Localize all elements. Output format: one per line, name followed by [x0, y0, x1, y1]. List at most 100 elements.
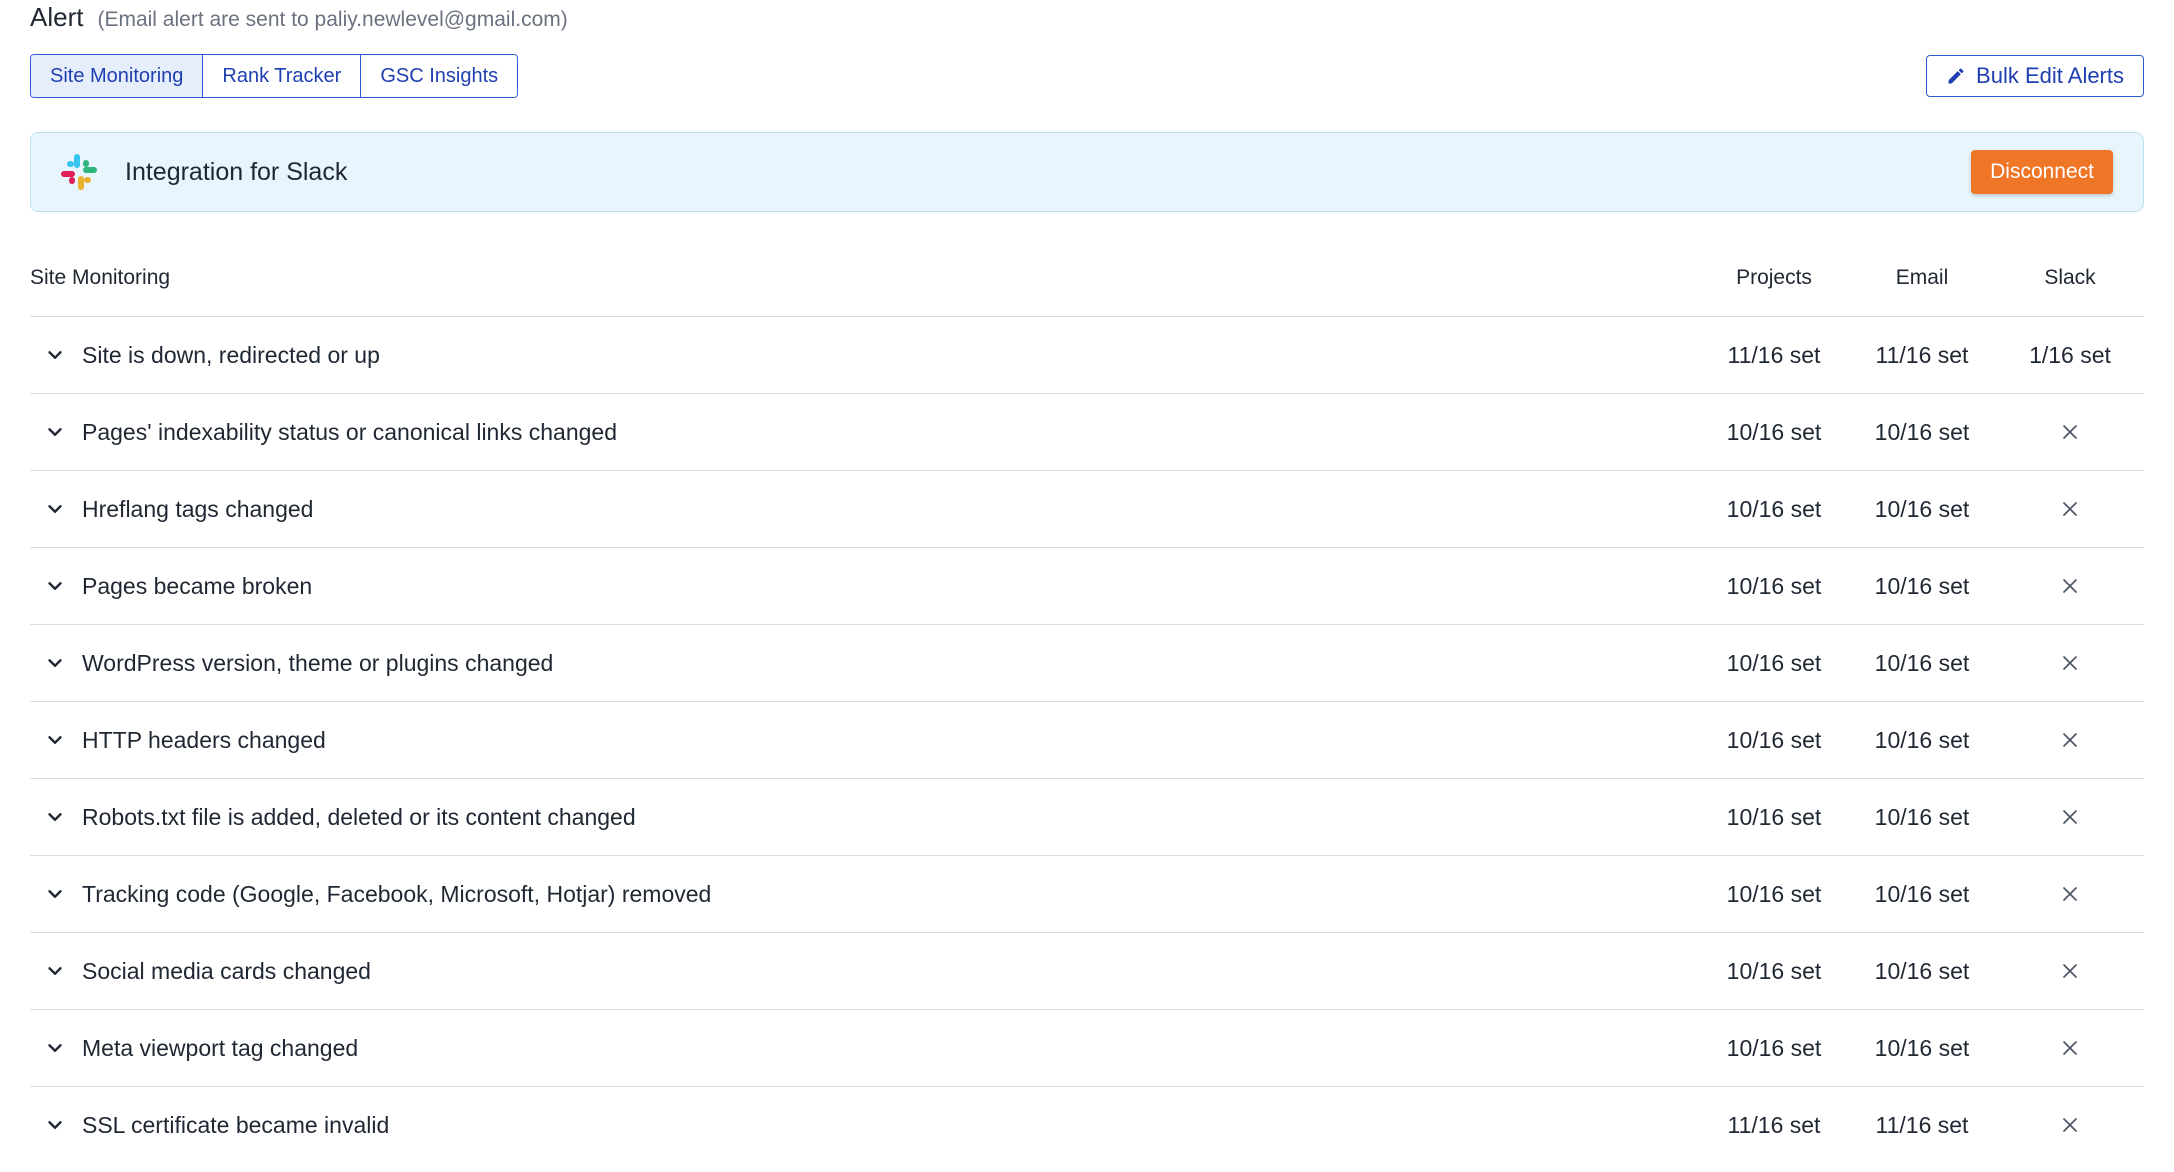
table-body: Site is down, redirected or up 11/16 set 1… — [30, 317, 2144, 1163]
alert-name: Robots.txt file is added, deleted or its… — [82, 803, 636, 830]
slack-cell[interactable] — [1996, 1117, 2144, 1133]
chevron-down-icon[interactable] — [44, 883, 66, 905]
chevron-down-icon[interactable] — [44, 652, 66, 674]
alert-name-cell: Hreflang tags changed — [30, 496, 1700, 523]
chevron-down-icon[interactable] — [44, 344, 66, 366]
slack-cell[interactable] — [1996, 1040, 2144, 1056]
table-row[interactable]: Pages' indexability status or canonical … — [30, 394, 2144, 471]
close-icon — [2063, 1041, 2077, 1055]
email-cell[interactable]: 10/16 set — [1848, 419, 1996, 446]
slack-integration-bar: Integration for Slack Disconnect — [30, 132, 2144, 212]
table-row[interactable]: WordPress version, theme or plugins chan… — [30, 625, 2144, 702]
toolbar: Site Monitoring Rank Tracker GSC Insight… — [30, 54, 2144, 98]
email-cell[interactable]: 10/16 set — [1848, 1035, 1996, 1062]
projects-cell[interactable]: 10/16 set — [1700, 573, 1848, 600]
email-cell[interactable]: 11/16 set — [1848, 1112, 1996, 1139]
close-icon — [2063, 964, 2077, 978]
slack-cell[interactable] — [1996, 732, 2144, 748]
close-icon — [2063, 656, 2077, 670]
table-row[interactable]: Social media cards changed 10/16 set 10/16… — [30, 933, 2144, 1010]
table-row[interactable]: Tracking code (Google, Facebook, Microso… — [30, 856, 2144, 933]
email-cell[interactable]: 11/16 set — [1848, 342, 1996, 369]
table-row[interactable]: Hreflang tags changed 10/16 set 10/16 set — [30, 471, 2144, 548]
alert-name-cell: Social media cards changed — [30, 958, 1700, 985]
bulk-edit-alerts-button[interactable]: Bulk Edit Alerts — [1926, 55, 2144, 97]
slack-cell[interactable] — [1996, 501, 2144, 517]
projects-cell[interactable]: 11/16 set — [1700, 1112, 1848, 1139]
alert-name-cell: WordPress version, theme or plugins chan… — [30, 650, 1700, 677]
tab-site-monitoring[interactable]: Site Monitoring — [31, 55, 204, 97]
alert-name: WordPress version, theme or plugins chan… — [82, 649, 554, 676]
table-row[interactable]: Robots.txt file is added, deleted or its… — [30, 779, 2144, 856]
tab-gsc-insights[interactable]: GSC Insights — [361, 55, 518, 97]
slack-cell[interactable] — [1996, 655, 2144, 671]
email-note: (Email alert are sent to paliy.newlevel@… — [97, 8, 568, 31]
chevron-down-icon[interactable] — [44, 1114, 66, 1136]
chevron-down-icon[interactable] — [44, 421, 66, 443]
alert-name: Pages' indexability status or canonical … — [82, 418, 617, 445]
alert-name-cell: HTTP headers changed — [30, 727, 1700, 754]
table-row[interactable]: Site is down, redirected or up 11/16 set 1… — [30, 317, 2144, 394]
alerts-page: Alert (Email alert are sent to paliy.new… — [0, 0, 2174, 1172]
chevron-down-icon[interactable] — [44, 575, 66, 597]
close-icon — [2063, 887, 2077, 901]
email-cell[interactable]: 10/16 set — [1848, 573, 1996, 600]
header-email: Email — [1895, 266, 1949, 289]
slack-cell[interactable] — [1996, 424, 2144, 440]
slack-cell[interactable]: 1/16 set — [1996, 342, 2144, 369]
alert-name-cell: SSL certificate became invalid — [30, 1112, 1700, 1139]
page-header: Alert (Email alert are sent to paliy.new… — [30, 0, 2144, 38]
projects-cell[interactable]: 10/16 set — [1700, 881, 1848, 908]
table-row[interactable]: HTTP headers changed 10/16 set 10/16 set — [30, 702, 2144, 779]
alert-tabs: Site Monitoring Rank Tracker GSC Insight… — [30, 54, 519, 98]
slack-integration-info: Integration for Slack — [59, 152, 347, 192]
slack-cell[interactable] — [1996, 578, 2144, 594]
tab-rank-tracker[interactable]: Rank Tracker — [203, 55, 362, 97]
close-icon — [2063, 502, 2077, 516]
header-site-monitoring: Site Monitoring — [30, 266, 171, 289]
slack-cell[interactable] — [1996, 963, 2144, 979]
table-header: Site Monitoring Projects Email Slack — [30, 240, 2144, 317]
email-cell[interactable]: 10/16 set — [1848, 727, 1996, 754]
close-icon — [2063, 1118, 2077, 1132]
alert-name-cell: Tracking code (Google, Facebook, Microso… — [30, 881, 1700, 908]
table-row[interactable]: Meta viewport tag changed 10/16 set 10/16 … — [30, 1010, 2144, 1087]
chevron-down-icon[interactable] — [44, 960, 66, 982]
pencil-icon — [1948, 68, 1964, 84]
projects-cell[interactable]: 10/16 set — [1700, 419, 1848, 446]
alert-name: Meta viewport tag changed — [82, 1034, 359, 1061]
projects-cell[interactable]: 10/16 set — [1700, 804, 1848, 831]
chevron-down-icon[interactable] — [44, 1037, 66, 1059]
projects-cell[interactable]: 10/16 set — [1700, 727, 1848, 754]
alert-name: HTTP headers changed — [82, 726, 326, 753]
table-row[interactable]: Pages became broken 10/16 set 10/16 set — [30, 548, 2144, 625]
chevron-down-icon[interactable] — [44, 806, 66, 828]
slack-cell[interactable] — [1996, 886, 2144, 902]
slack-integration-title: Integration for Slack — [125, 157, 348, 186]
chevron-down-icon[interactable] — [44, 498, 66, 520]
disconnect-button[interactable]: Disconnect — [1971, 150, 2113, 194]
slack-logo-icon — [61, 154, 97, 190]
alert-name: Tracking code (Google, Facebook, Microso… — [82, 880, 712, 907]
chevron-down-icon[interactable] — [44, 729, 66, 751]
projects-cell[interactable]: 10/16 set — [1700, 496, 1848, 523]
page-title: Alert — [30, 2, 84, 32]
table-row[interactable]: SSL certificate became invalid 11/16 set 1… — [30, 1087, 2144, 1163]
projects-cell[interactable]: 10/16 set — [1700, 1035, 1848, 1062]
alert-name: Hreflang tags changed — [82, 495, 314, 522]
projects-cell[interactable]: 11/16 set — [1700, 342, 1848, 369]
slack-cell[interactable] — [1996, 809, 2144, 825]
bulk-edit-alerts-label: Bulk Edit Alerts — [1976, 63, 2124, 88]
alert-name-cell: Pages' indexability status or canonical … — [30, 419, 1700, 446]
email-cell[interactable]: 10/16 set — [1848, 496, 1996, 523]
alert-name-cell: Robots.txt file is added, deleted or its… — [30, 804, 1700, 831]
email-cell[interactable]: 10/16 set — [1848, 881, 1996, 908]
alert-name-cell: Site is down, redirected or up — [30, 342, 1700, 369]
alert-name: Social media cards changed — [82, 957, 371, 984]
email-cell[interactable]: 10/16 set — [1848, 650, 1996, 677]
projects-cell[interactable]: 10/16 set — [1700, 650, 1848, 677]
projects-cell[interactable]: 10/16 set — [1700, 958, 1848, 985]
email-cell[interactable]: 10/16 set — [1848, 804, 1996, 831]
alert-name-cell: Meta viewport tag changed — [30, 1035, 1700, 1062]
email-cell[interactable]: 10/16 set — [1848, 958, 1996, 985]
